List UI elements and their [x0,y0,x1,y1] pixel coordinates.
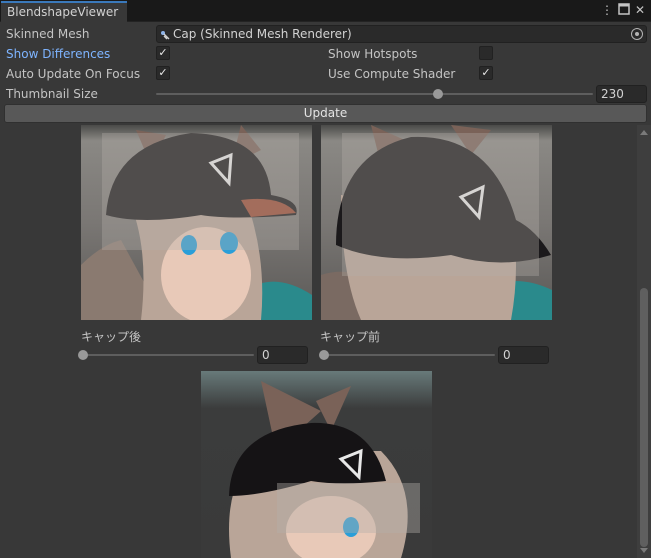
show-differences-label: Show Differences [6,47,111,61]
show-differences-checkbox[interactable]: ✓ [156,46,170,60]
compute-shader-checkbox[interactable]: ✓ [479,66,493,80]
blendshape-slider-track-cap-front[interactable] [323,354,495,356]
scroll-up-arrow-icon[interactable] [640,130,648,135]
checkmark-icon: ✓ [158,46,168,59]
checkmark-icon: ✓ [158,66,168,79]
compute-shader-label: Use Compute Shader [328,67,456,81]
blendshape-weight-cap-front[interactable]: 0 [498,346,549,364]
blendshape-weight-cap-back[interactable]: 0 [257,346,308,364]
skinned-mesh-field[interactable]: Cap (Skinned Mesh Renderer) [156,25,647,43]
blendshape-name-cap-back: キャップ後 [81,330,142,344]
auto-update-checkbox[interactable]: ✓ [156,66,170,80]
maximize-icon[interactable] [617,3,631,17]
show-options-row: Show Differences ✓ Show Hotspots [0,44,651,64]
base-mesh-thumbnail [201,371,432,558]
window-tab-bar: BlendshapeViewer ⋮ ✕ [0,0,651,22]
update-options-row: Auto Update On Focus ✓ Use Compute Shade… [0,64,651,84]
show-hotspots-label: Show Hotspots [328,47,418,61]
vertical-ellipsis-icon[interactable]: ⋮ [600,3,614,17]
thumbnail-size-slider-track[interactable] [156,93,593,95]
blendshape-slider-thumb-cap-back[interactable] [78,350,88,360]
skinned-mesh-value: Cap (Skinned Mesh Renderer) [173,27,352,41]
thumbnail-size-slider-thumb[interactable] [433,89,443,99]
skinned-mesh-row: Skinned Mesh Cap (Skinned Mesh Renderer) [0,24,651,44]
object-picker-icon[interactable] [631,28,643,40]
tab-blendshape-viewer[interactable]: BlendshapeViewer [1,1,127,22]
vertical-scrollbar[interactable] [637,125,651,558]
scroll-down-arrow-icon[interactable] [640,548,648,553]
blendshape-thumbnail-cap-back [81,125,312,320]
thumbnail-scroll-area[interactable]: キャップ後 0 キャップ前 0 [0,125,651,558]
checkmark-icon: ✓ [481,66,491,79]
blendshape-slider-track-cap-back[interactable] [82,354,254,356]
auto-update-label: Auto Update On Focus [6,67,141,81]
blendshape-thumbnail-cap-front [321,125,552,320]
scrollbar-thumb[interactable] [640,288,648,547]
update-button[interactable]: Update [4,104,647,123]
thumbnail-size-row: Thumbnail Size 230 [0,84,651,104]
close-icon[interactable]: ✕ [633,3,647,17]
skinned-mesh-icon [160,29,170,40]
skinned-mesh-label: Skinned Mesh [6,27,90,41]
blendshape-slider-thumb-cap-front[interactable] [319,350,329,360]
thumbnail-size-input[interactable]: 230 [596,85,647,103]
show-hotspots-checkbox[interactable] [479,46,493,60]
thumbnail-size-label: Thumbnail Size [6,87,98,101]
blendshape-name-cap-front: キャップ前 [320,330,381,344]
